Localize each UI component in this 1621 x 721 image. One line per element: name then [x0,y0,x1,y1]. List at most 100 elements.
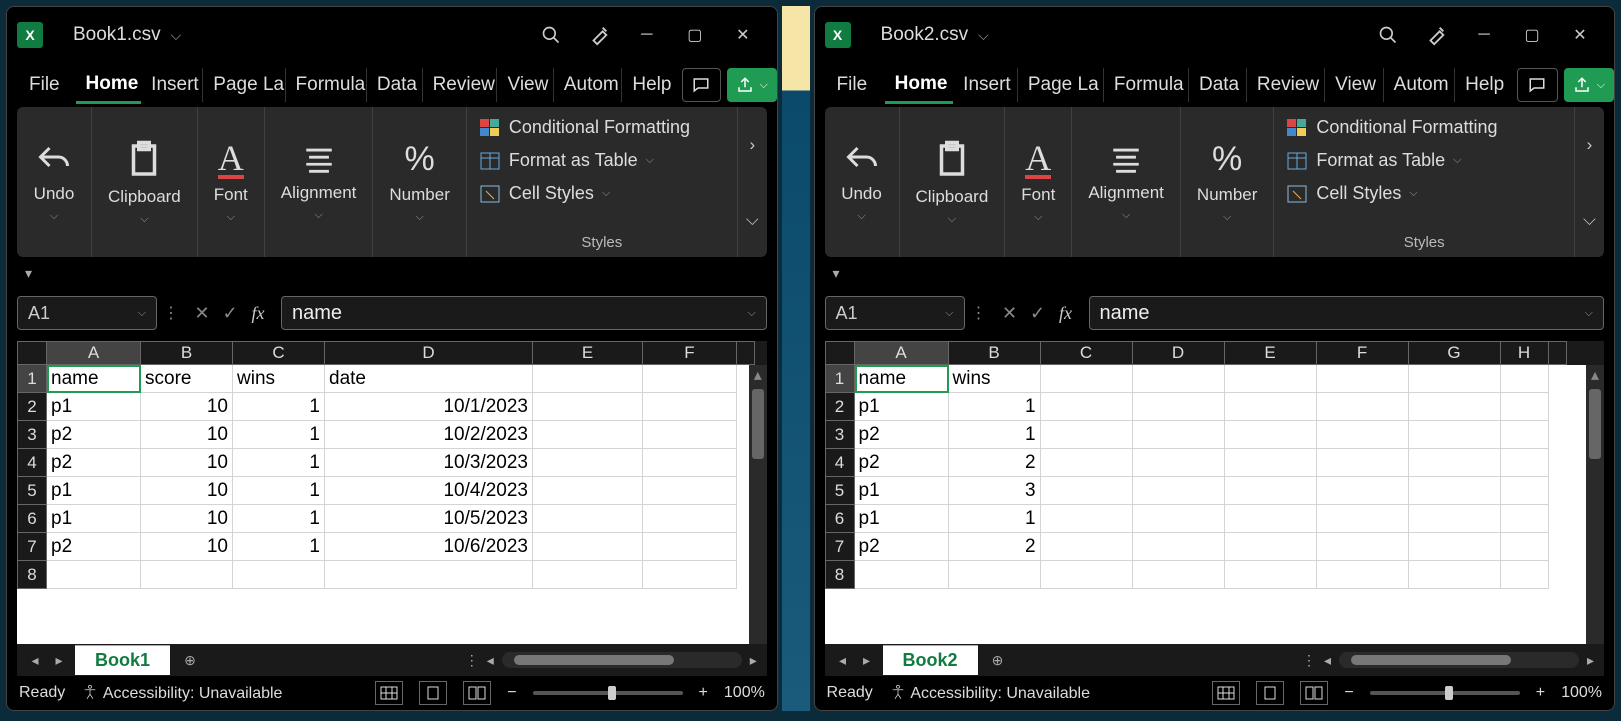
cell[interactable]: 10/3/2023 [325,449,533,477]
cell[interactable] [1409,477,1501,505]
column-header[interactable]: F [643,341,737,365]
cell[interactable] [1133,561,1225,589]
cell[interactable] [1409,449,1501,477]
sheet-nav-next-icon[interactable]: ▸ [51,652,67,669]
sheet-nav-prev-icon[interactable]: ◂ [835,652,851,669]
cell[interactable]: 1 [233,533,325,561]
column-header[interactable]: B [949,341,1041,365]
conditional-formatting-button[interactable]: Conditional Formatting [477,113,727,142]
excel-app-icon[interactable]: X [17,22,43,48]
horizontal-scrollbar[interactable] [502,652,742,668]
cell[interactable] [1501,561,1549,589]
cell[interactable]: 10/2/2023 [325,421,533,449]
normal-view-icon[interactable] [1212,681,1240,705]
tab-formulas[interactable]: Formula [286,68,367,102]
tab-data[interactable]: Data [367,68,423,102]
cell[interactable] [1317,533,1409,561]
cell[interactable]: 1 [949,393,1041,421]
cell[interactable]: p2 [47,533,141,561]
ribbon-group-clipboard[interactable]: Clipboard ⌵ [92,107,198,257]
tab-data[interactable]: Data [1189,68,1247,102]
tab-home[interactable]: Home [76,67,142,104]
name-box[interactable]: A1 ⌵ [17,296,157,330]
tab-help[interactable]: Help [622,68,676,102]
scrollbar-thumb[interactable] [752,389,764,459]
cell[interactable]: 10/5/2023 [325,505,533,533]
ribbon-collapse-icon[interactable]: ⌵ [738,182,767,257]
cell[interactable]: 1 [949,421,1041,449]
cell[interactable] [1501,421,1549,449]
cell[interactable] [533,505,643,533]
cell[interactable] [1133,365,1225,393]
ribbon-group-undo[interactable]: Undo ⌵ [825,107,900,257]
cell[interactable] [643,505,737,533]
search-icon[interactable] [1364,15,1412,55]
add-sheet-button[interactable]: ⊕ [986,648,1010,672]
chevron-down-icon[interactable]: ⌵ [1585,307,1593,320]
ribbon-group-font[interactable]: A Font ⌵ [198,107,265,257]
column-header[interactable]: B [141,341,233,365]
cell[interactable]: 10 [141,393,233,421]
cell[interactable]: p2 [855,421,949,449]
cell[interactable] [1317,421,1409,449]
cell[interactable]: score [141,365,233,393]
tab-insert[interactable]: Insert [141,68,203,102]
scrollbar-thumb[interactable] [514,655,674,665]
scrollbar-thumb[interactable] [1589,389,1601,459]
zoom-out-button[interactable]: − [507,684,516,702]
accessibility-status[interactable]: Accessibility: Unavailable [889,683,1090,703]
document-title[interactable]: Book2.csv [881,24,969,46]
tab-formulas[interactable]: Formula [1104,68,1189,102]
cell[interactable]: p2 [47,421,141,449]
cell[interactable]: wins [949,365,1041,393]
zoom-slider[interactable] [1370,691,1520,695]
row-header[interactable]: 4 [17,449,47,477]
tab-view[interactable]: View [1325,68,1384,102]
tab-view[interactable]: View [497,68,553,102]
sheet-nav-next-icon[interactable]: ▸ [859,652,875,669]
close-button[interactable]: ✕ [1556,15,1604,55]
cell[interactable] [1133,505,1225,533]
cell[interactable] [1317,505,1409,533]
customize-quick-access-icon[interactable]: ▾ [833,265,840,282]
chevron-down-icon[interactable]: ⌵ [747,307,755,320]
cell[interactable]: p1 [47,505,141,533]
cell[interactable] [1041,393,1133,421]
cell[interactable] [1225,533,1317,561]
column-header[interactable]: G [1409,341,1501,365]
cell[interactable]: p1 [855,505,949,533]
accessibility-status[interactable]: Accessibility: Unavailable [81,683,282,703]
cell[interactable]: 10 [141,477,233,505]
row-header[interactable]: 1 [17,365,47,393]
ribbon-group-alignment[interactable]: Alignment ⌵ [1072,107,1181,257]
formula-input[interactable]: name ⌵ [1089,296,1604,330]
cell[interactable] [1409,393,1501,421]
cell[interactable]: 10 [141,421,233,449]
ribbon-scroll-right-icon[interactable]: › [738,107,767,182]
fx-icon[interactable]: fx [245,303,271,324]
cell[interactable] [1501,365,1549,393]
cell[interactable] [233,561,325,589]
page-break-view-icon[interactable] [463,681,491,705]
tab-automate[interactable]: Autom [554,68,623,102]
cell[interactable] [325,561,533,589]
zoom-knob[interactable] [608,686,616,700]
ribbon-group-font[interactable]: A Font ⌵ [1005,107,1072,257]
column-header[interactable]: H [1501,341,1549,365]
cell[interactable]: 10/4/2023 [325,477,533,505]
format-as-table-button[interactable]: Format as Table ⌵ [477,146,727,175]
tab-file[interactable]: File [827,68,875,102]
tab-insert[interactable]: Insert [953,68,1018,102]
document-title[interactable]: Book1.csv [73,24,161,46]
column-header[interactable]: E [533,341,643,365]
page-break-view-icon[interactable] [1300,681,1328,705]
tab-help[interactable]: Help [1455,68,1511,102]
hscroll-left-icon[interactable]: ◂ [487,652,494,669]
ribbon-group-undo[interactable]: Undo ⌵ [17,107,92,257]
cell[interactable]: p2 [855,533,949,561]
cell[interactable] [1317,393,1409,421]
cell[interactable]: 1 [233,393,325,421]
zoom-out-button[interactable]: − [1344,684,1353,702]
spreadsheet-grid[interactable]: ABCDEFGH 1namewins2p113p214p225p136p117p… [825,341,1604,644]
horizontal-scrollbar[interactable] [1339,652,1579,668]
